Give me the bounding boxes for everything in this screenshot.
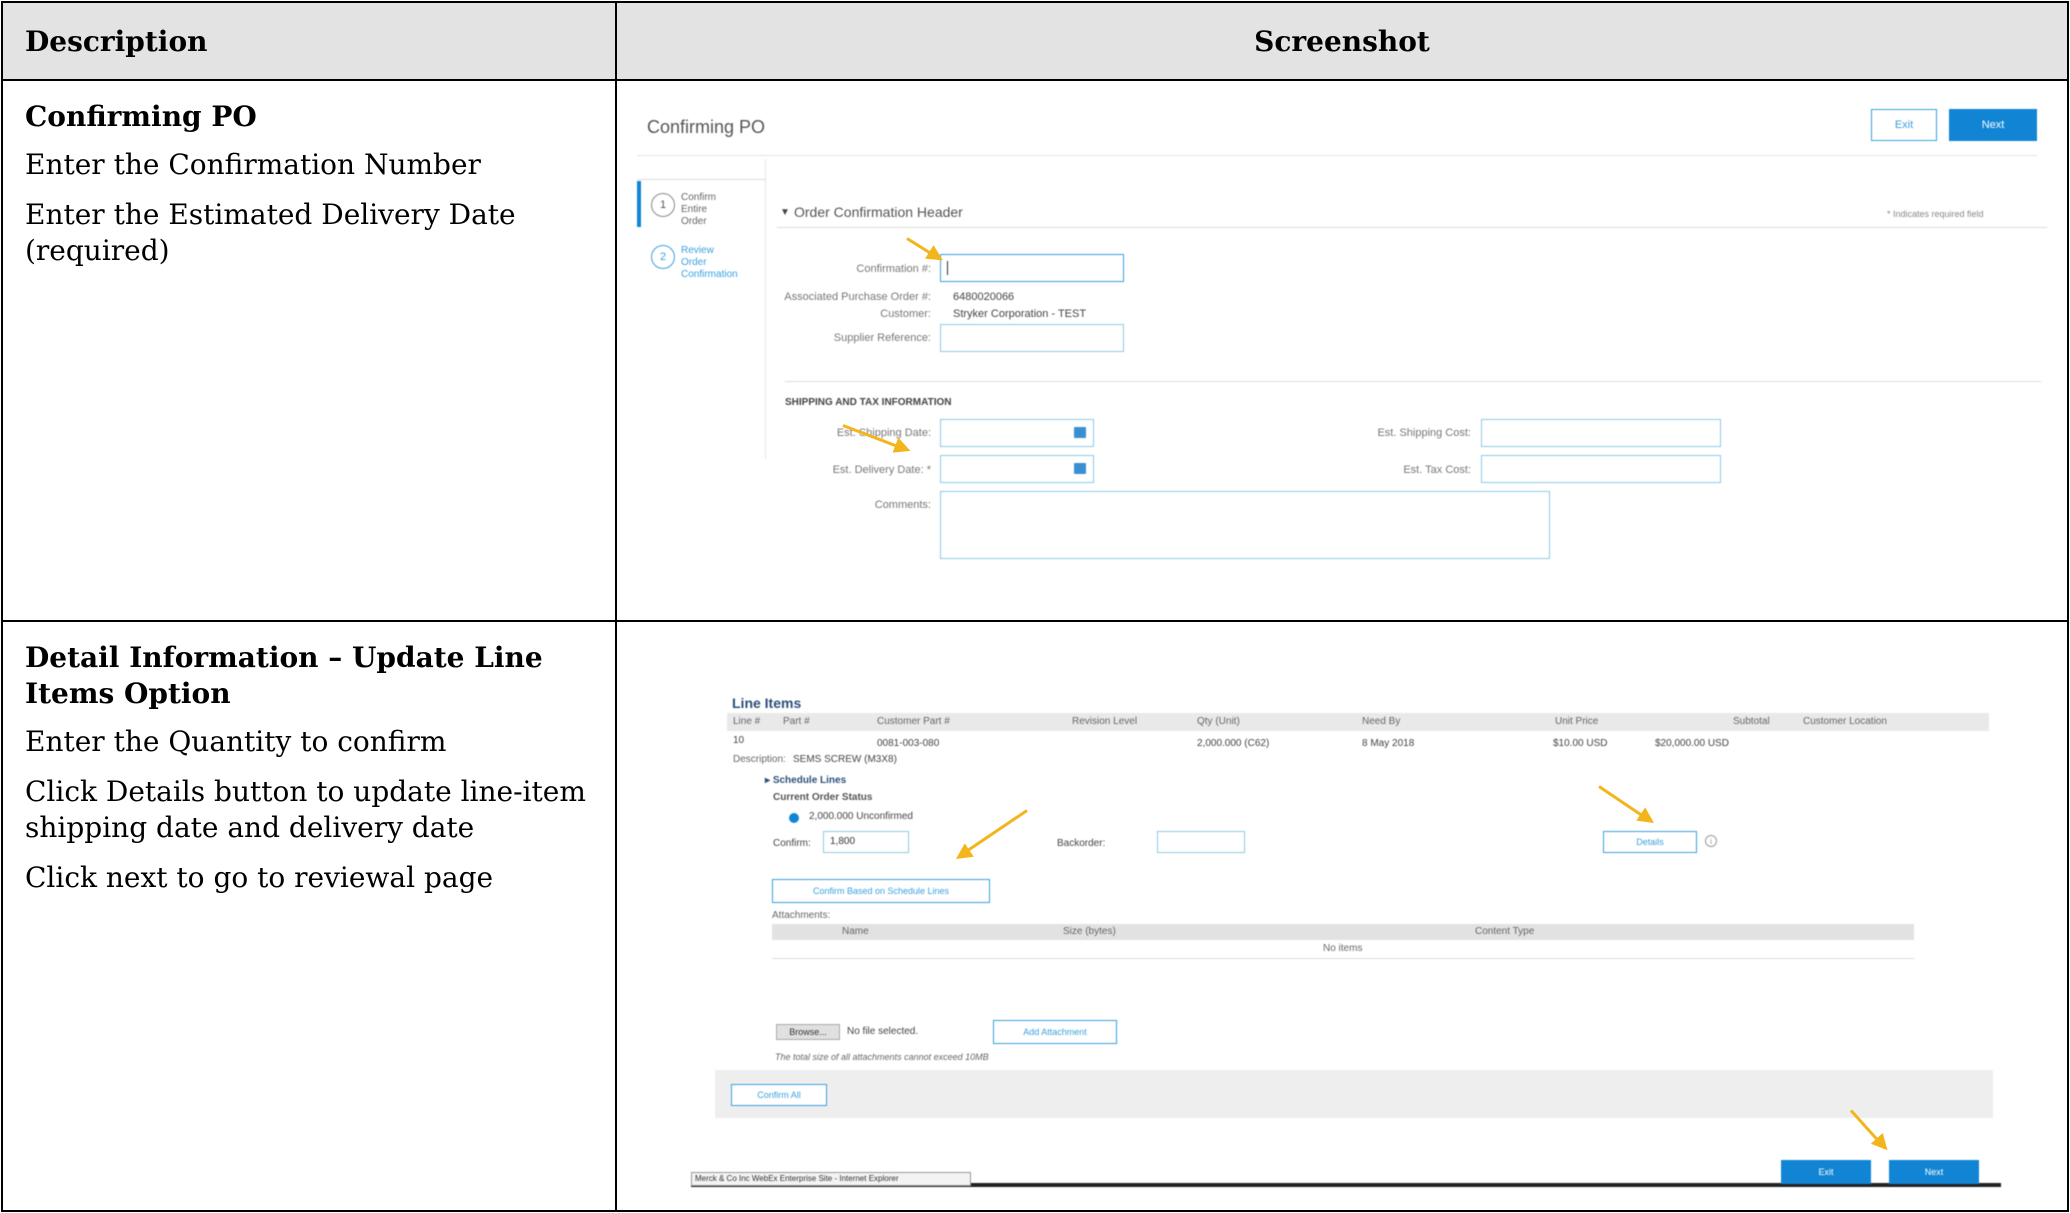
supplier-ref-input[interactable]: [940, 324, 1124, 352]
header-screenshot: Screenshot: [615, 1, 2069, 81]
step-2-number: 2: [651, 245, 675, 269]
delivery-date-input[interactable]: [940, 455, 1094, 483]
cell-line: 10: [733, 735, 745, 746]
unconfirmed-label: 2,000.000 Unconfirmed: [809, 811, 913, 822]
taskbar-item[interactable]: Merck & Co Inc WebEx Enterprise Site - I…: [691, 1172, 971, 1186]
confirmation-label: Confirmation #:: [856, 263, 931, 275]
description-value: SEMS SCREW (M3X8): [793, 754, 897, 765]
cell-need-by: 8 May 2018: [1362, 738, 1415, 749]
current-status-label: Current Order Status: [773, 792, 873, 803]
cell-unit-price: $10.00 USD: [1553, 738, 1608, 749]
step-1-label[interactable]: Confirm Entire Order: [681, 192, 735, 228]
details-button[interactable]: Details: [1603, 831, 1697, 853]
confirm-qty-input[interactable]: 1,800: [823, 831, 909, 853]
po-label: Associated Purchase Order #:: [784, 291, 931, 303]
step-1-number: 1: [651, 193, 675, 217]
add-attachment-button[interactable]: Add Attachment: [993, 1020, 1117, 1044]
header-description: Description: [1, 1, 617, 81]
no-file-label: No file selected.: [847, 1026, 919, 1037]
unconfirmed-radio[interactable]: [789, 813, 799, 823]
ship-date-input[interactable]: [940, 419, 1094, 447]
ship-date-calendar-icon[interactable]: [1074, 427, 1086, 438]
required-note: * Indicates required field: [1887, 209, 1984, 219]
row2-screenshot: Line Items Line # Part # Customer Part #…: [615, 620, 2069, 1212]
row2-line-3: Click next to go to reviewal page: [25, 861, 494, 894]
comments-label: Comments:: [874, 499, 931, 511]
col-customer-part: Customer Part #: [877, 716, 950, 727]
confirming-po-ui: Confirming PO Exit Next 1 Confirm Entire…: [618, 82, 2066, 619]
size-note: The total size of all attachments cannot…: [775, 1052, 989, 1062]
row1-line-2: Enter the Estimated Delivery Date (requi…: [25, 198, 516, 267]
row1-line-1: Enter the Confirmation Number: [25, 148, 481, 181]
row2-line-2: Click Details button to update line-item…: [25, 775, 586, 844]
ship-cost-label: Est. Shipping Cost:: [1377, 427, 1471, 439]
cell-customer-part: 0081-003-080: [877, 738, 940, 749]
confirm-schedule-button[interactable]: Confirm Based on Schedule Lines: [772, 879, 990, 903]
ui-page-title: Confirming PO: [647, 117, 766, 137]
tax-cost-label: Est. Tax Cost:: [1403, 464, 1471, 476]
no-items: No items: [1323, 943, 1363, 954]
attachments-label: Attachments:: [772, 910, 831, 921]
col-qty: Qty (Unit): [1197, 716, 1240, 727]
row1-screenshot: Confirming PO Exit Next 1 Confirm Entire…: [615, 79, 2069, 622]
next-button[interactable]: Next: [1949, 109, 2037, 141]
att-col-name: Name: [842, 926, 869, 937]
shipping-heading: SHIPPING AND TAX INFORMATION: [785, 397, 952, 408]
tax-cost-input[interactable]: [1481, 455, 1721, 483]
confirm-all-bar: [715, 1070, 1993, 1118]
instruction-table: Description Screenshot Confirming PO Ent…: [1, 1, 2069, 1212]
step-2-label[interactable]: Review Order Confirmation: [681, 245, 741, 281]
col-line: Line #: [733, 716, 761, 727]
row2-description: Detail Information – Update Line Items O…: [1, 620, 617, 1212]
col-part: Part #: [783, 716, 810, 727]
po-value: 6480020066: [953, 291, 1015, 303]
confirm-qty-label: Confirm:: [773, 838, 811, 849]
confirm-all-button[interactable]: Confirm All: [731, 1084, 827, 1106]
col-unit-price: Unit Price: [1555, 716, 1599, 727]
delivery-date-label: Est. Delivery Date: *: [832, 464, 931, 476]
col-revision: Revision Level: [1072, 716, 1138, 727]
ship-cost-input[interactable]: [1481, 419, 1721, 447]
line-items-ui: Line Items Line # Part # Customer Part #…: [618, 623, 2066, 1209]
col-customer-location: Customer Location: [1803, 716, 1887, 727]
row2-line-1: Enter the Quantity to confirm: [25, 725, 447, 758]
customer-label: Customer:: [880, 308, 931, 320]
backorder-input[interactable]: [1157, 831, 1245, 853]
cell-subtotal: $20,000.00 USD: [1655, 738, 1729, 749]
confirmation-input[interactable]: [940, 254, 1124, 282]
attachments-header-row: [772, 924, 1914, 940]
info-icon[interactable]: i: [1705, 835, 1717, 847]
delivery-date-calendar-icon[interactable]: [1074, 463, 1086, 474]
col-need-by: Need By: [1362, 716, 1401, 727]
att-col-size: Size (bytes): [1063, 926, 1116, 937]
next-button-bottom[interactable]: Next: [1889, 1160, 1979, 1184]
row1-title: Confirming PO: [25, 100, 257, 133]
section-title: Order Confirmation Header: [794, 204, 963, 220]
browse-button[interactable]: Browse...: [776, 1024, 840, 1040]
backorder-label: Backorder:: [1057, 838, 1106, 849]
att-col-type: Content Type: [1475, 926, 1535, 937]
row2-title: Detail Information – Update Line Items O…: [25, 641, 543, 710]
description-label: Description:: [733, 754, 786, 765]
col-subtotal: Subtotal: [1733, 716, 1770, 727]
exit-button[interactable]: Exit: [1871, 109, 1937, 141]
supplier-ref-label: Supplier Reference:: [833, 332, 931, 344]
line-items-heading: Line Items: [732, 695, 802, 711]
row1-description: Confirming PO Enter the Confirmation Num…: [1, 79, 617, 622]
collapse-caret-icon[interactable]: ▼: [780, 207, 790, 218]
comments-input[interactable]: [940, 491, 1550, 559]
schedule-lines-toggle[interactable]: ▸ Schedule Lines: [765, 775, 846, 786]
customer-value: Stryker Corporation - TEST: [953, 308, 1087, 320]
exit-button-bottom[interactable]: Exit: [1781, 1160, 1871, 1184]
cell-qty: 2,000.000 (C62): [1197, 738, 1270, 749]
schedule-lines-label: Schedule Lines: [772, 775, 847, 786]
